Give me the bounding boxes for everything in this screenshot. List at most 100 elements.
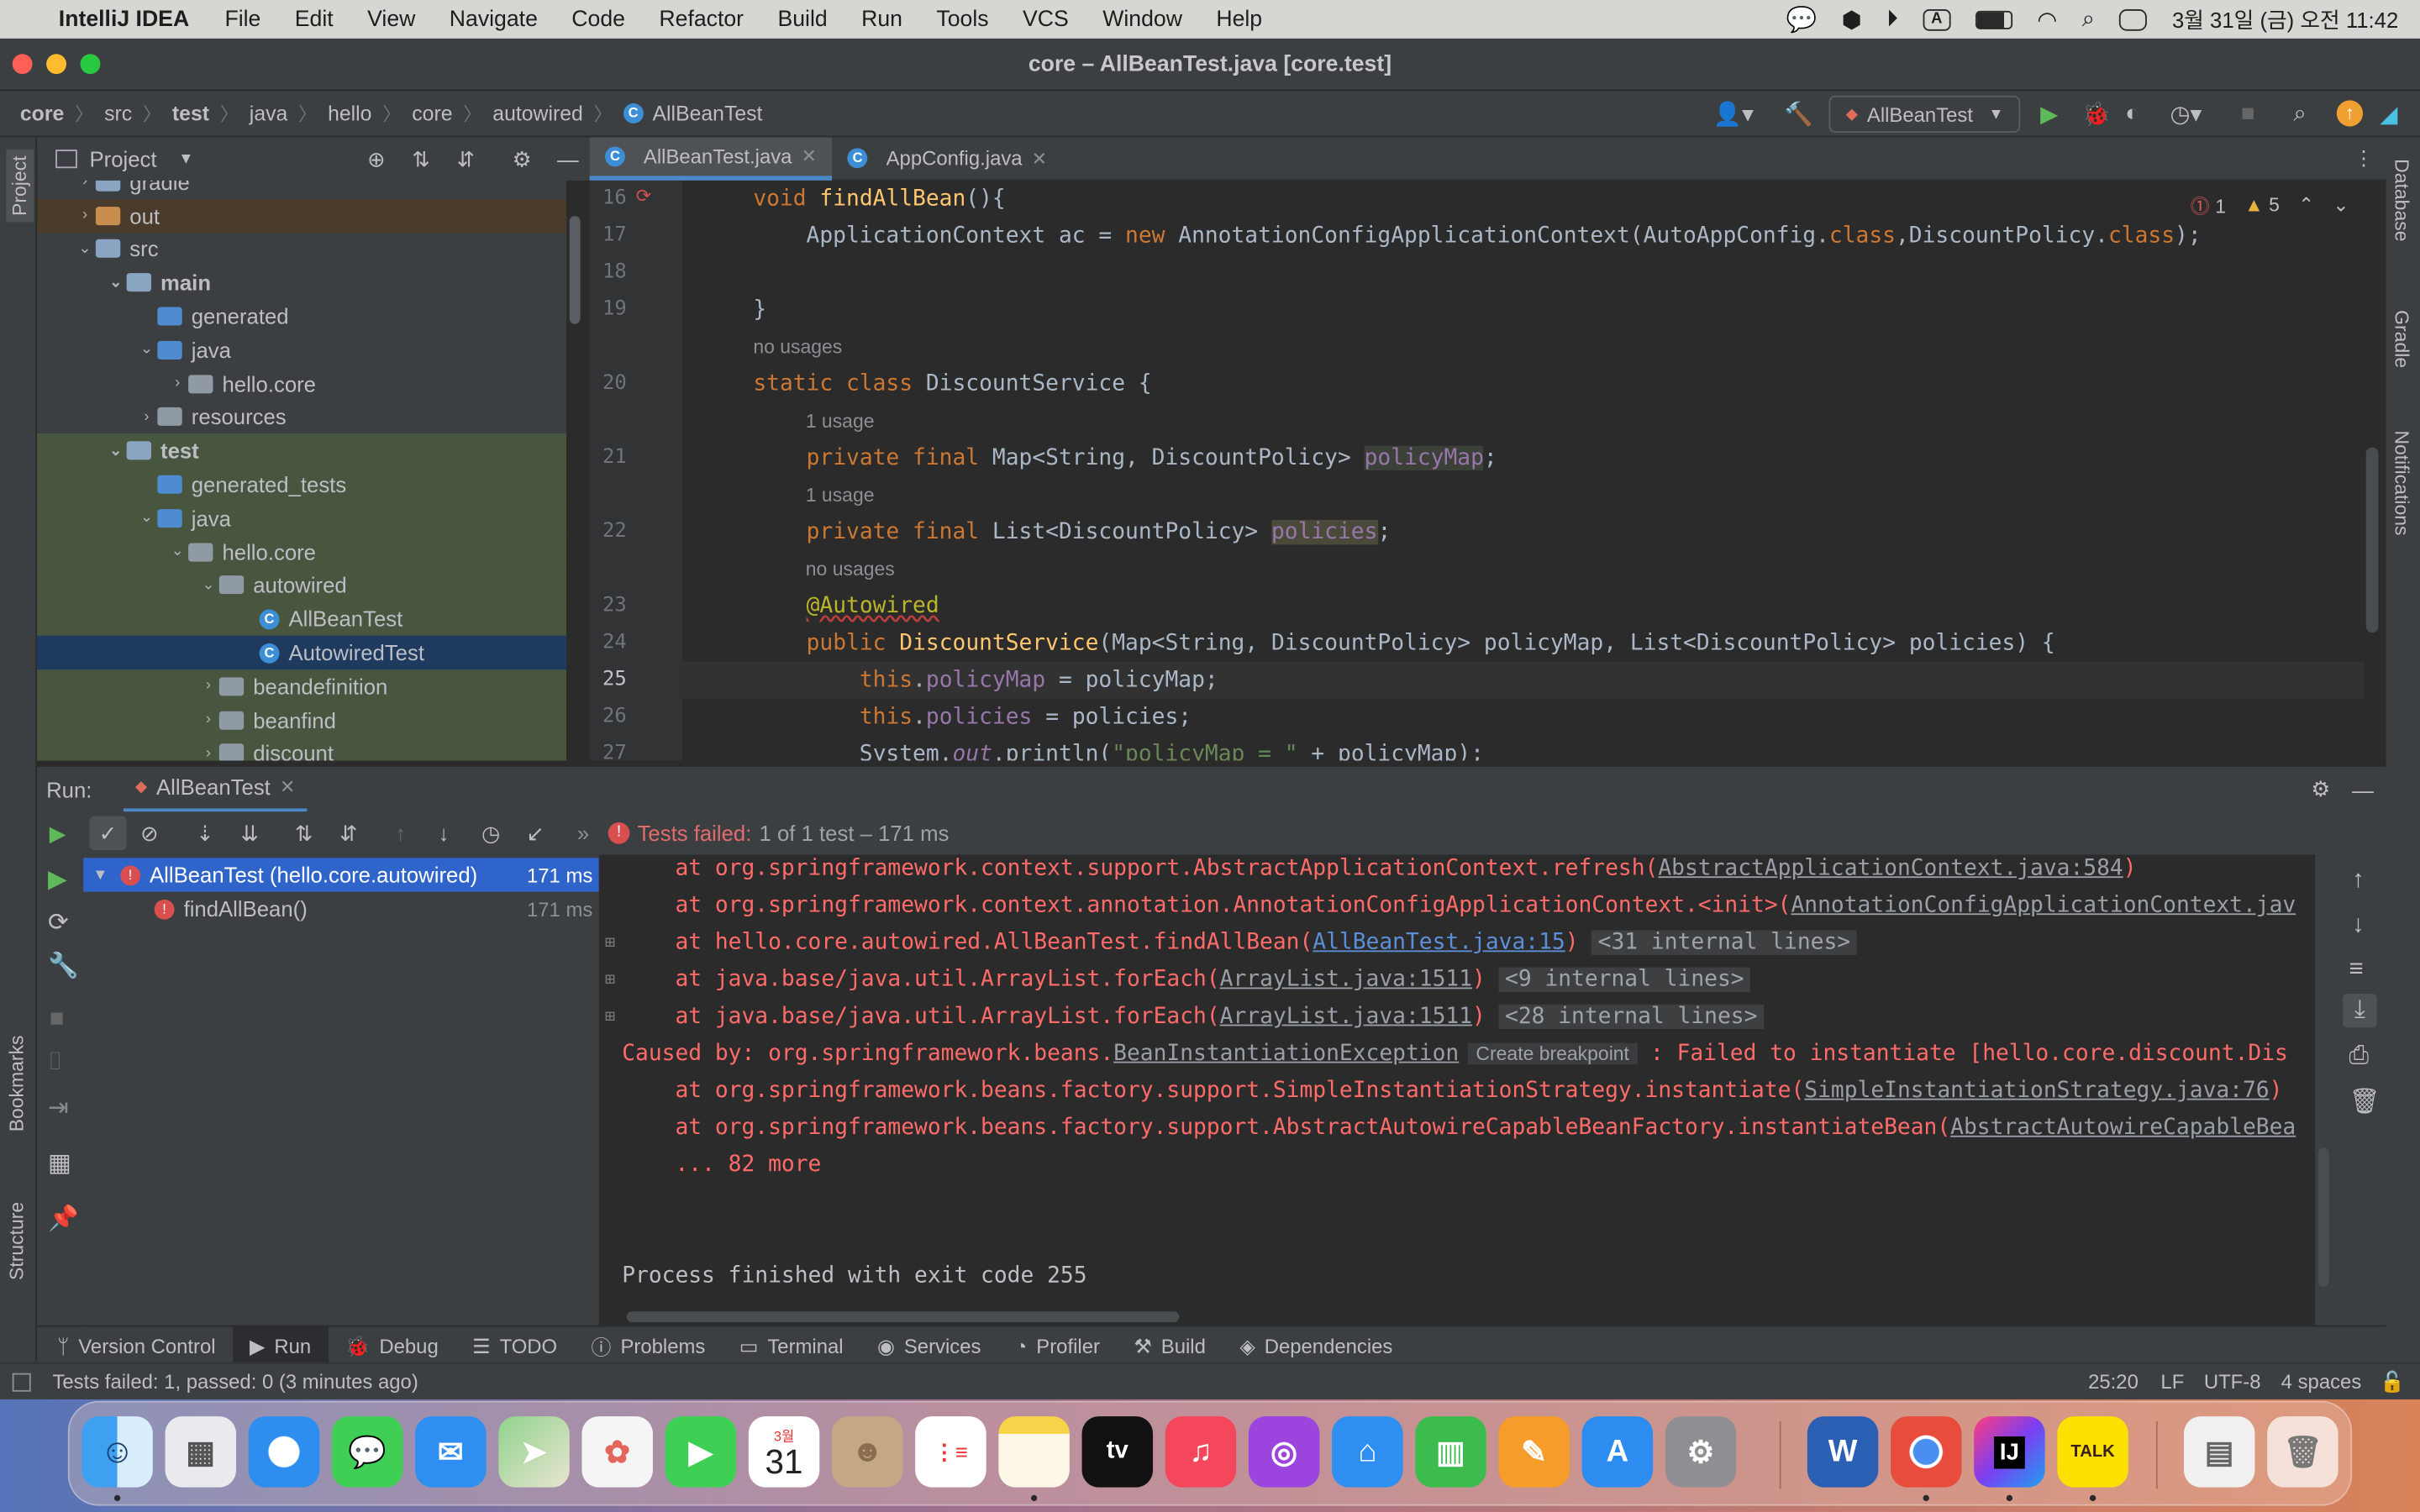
create-breakpoint-link[interactable]: Create breakpoint (1468, 1042, 1638, 1064)
sort-duration-icon[interactable]: ⇊ (241, 820, 260, 846)
kakaotalk-icon[interactable]: TALK (2057, 1416, 2128, 1488)
scroll-up-icon[interactable]: ↑ (2352, 867, 2365, 895)
tool-tab-run[interactable]: ▶ Run (232, 1326, 329, 1367)
profile-icon[interactable]: ◷▾ (2170, 100, 2202, 128)
tree-item-main[interactable]: ⌄ main (37, 266, 566, 300)
toolbox-icon[interactable]: ◢ (2380, 100, 2397, 128)
gradle-side-tab[interactable]: Gradle (2391, 310, 2412, 368)
notifications-side-tab[interactable]: Notifications (2391, 430, 2412, 535)
scroll-to-end-icon[interactable]: ⤓ (2343, 993, 2377, 1028)
hide-panel-icon[interactable]: — (557, 146, 579, 171)
run-configuration-select[interactable]: ◆ AllBeanTest ▼ (1828, 95, 2021, 133)
tree-item-main-java[interactable]: ⌄ java (37, 333, 566, 367)
wrench-icon[interactable]: 🔧 (48, 950, 79, 981)
run-test-icon[interactable]: ⟳ (636, 185, 651, 207)
run-console[interactable]: at org.springframework.context.support.A… (602, 854, 2316, 1326)
file-encoding[interactable]: UTF-8 (2204, 1370, 2261, 1394)
project-panel-title[interactable]: Project (90, 146, 157, 171)
safari-icon[interactable]: ✦ (248, 1416, 320, 1488)
stacktrace-link[interactable]: AnnotationConfigApplicationContext.jav (1791, 893, 2296, 917)
tree-item-gradle[interactable]: › gradle (37, 180, 566, 199)
breadcrumb-hello[interactable]: hello (328, 102, 371, 125)
tool-tab-dependencies[interactable]: ◈ Dependencies (1223, 1326, 1409, 1367)
menu-edit[interactable]: Edit (278, 7, 350, 31)
finder-icon[interactable]: ☺ (82, 1416, 153, 1488)
project-tree-scrollbar[interactable] (569, 216, 581, 324)
internal-lines-fold[interactable]: <9 internal lines> (1498, 967, 1750, 993)
close-tab-icon[interactable]: ✕ (1032, 147, 1047, 169)
tree-item-resources[interactable]: › resources (37, 401, 566, 434)
breadcrumb-core-package[interactable]: core (412, 102, 452, 125)
editor-scrollbar[interactable] (2365, 447, 2379, 633)
menu-tools[interactable]: Tools (919, 7, 1006, 31)
tree-item-autowiredtest[interactable]: C AutowiredTest (37, 636, 567, 670)
notes-icon[interactable] (998, 1416, 1070, 1488)
run-icon[interactable]: ▶ (2040, 100, 2058, 128)
tool-tab-version-control[interactable]: ᛘ Version Control (40, 1326, 233, 1367)
trash-icon[interactable]: 🗑 (2267, 1416, 2338, 1488)
tree-item-test[interactable]: ⌄ test (37, 433, 567, 468)
maps-icon[interactable]: ➤ (498, 1416, 570, 1488)
database-side-tab[interactable]: Database (2391, 159, 2412, 241)
test-case-row[interactable]: ! findAllBean() 171 ms (83, 892, 598, 926)
facetime-icon[interactable]: ▶ (665, 1416, 737, 1488)
wifi-icon[interactable]: ◠ (2037, 5, 2057, 33)
menu-help[interactable]: Help (1199, 7, 1279, 31)
chrome-icon[interactable] (1890, 1416, 1962, 1488)
tree-item-main-hello-core[interactable]: › hello.core (37, 367, 566, 401)
lock-icon[interactable]: 🔓 (2380, 1369, 2405, 1394)
play-circle-icon[interactable]: ⏵ (1886, 6, 1898, 32)
user-icon[interactable]: 👤▾ (1713, 100, 1754, 128)
usage-hint[interactable]: 1 usage (806, 402, 875, 439)
inspection-widget[interactable]: ⓵ 1 ▲ 5 ⌃ ⌄ (2191, 190, 2349, 219)
tree-item-autowired[interactable]: ⌄ autowired (37, 568, 567, 602)
breadcrumb-src[interactable]: src (104, 102, 132, 125)
indent-setting[interactable]: 4 spaces (2281, 1370, 2362, 1394)
history-icon[interactable]: ◷ (481, 820, 500, 846)
run-tab-allbeantest[interactable]: ◆ AllBeanTest ✕ (123, 766, 308, 813)
launchpad-icon[interactable]: ▦ (165, 1416, 237, 1488)
locate-icon[interactable]: ⊕ (367, 146, 386, 172)
close-tab-icon[interactable]: ✕ (801, 145, 816, 167)
box-icon[interactable]: ⬢ (1842, 5, 1862, 33)
show-ignored-icon[interactable]: ⊘ (140, 820, 159, 846)
tool-tab-services[interactable]: ◉ Services (860, 1326, 998, 1367)
previous-failure-icon[interactable]: ↑ (395, 821, 406, 845)
menu-navigate[interactable]: Navigate (433, 7, 555, 31)
menu-code[interactable]: Code (555, 7, 642, 31)
toggle-auto-test-icon[interactable]: ⟳ (48, 907, 69, 938)
downloads-stack-icon[interactable]: ▤ (2183, 1416, 2255, 1488)
menu-app-name[interactable]: IntelliJ IDEA (52, 7, 208, 31)
tool-tab-profiler[interactable]: ◔ Profiler (998, 1326, 1118, 1367)
caret-position[interactable]: 25:20 (2088, 1370, 2139, 1394)
panel-toggle-icon[interactable] (12, 1372, 31, 1391)
close-tab-icon[interactable]: ✕ (280, 776, 295, 798)
word-icon[interactable]: W (1807, 1416, 1879, 1488)
exception-link[interactable]: BeanInstantiationException (1113, 1042, 1459, 1066)
menu-view[interactable]: View (350, 7, 433, 31)
stacktrace-link[interactable]: SimpleInstantiationStrategy.java:76 (1804, 1079, 2269, 1103)
stacktrace-link[interactable]: ArrayList.java:1511 (1220, 968, 1472, 992)
menu-refactor[interactable]: Refactor (642, 7, 760, 31)
next-failure-icon[interactable]: ↓ (439, 821, 450, 845)
hide-panel-icon[interactable]: — (2352, 777, 2374, 801)
trash-icon[interactable]: 🗑 (2349, 1086, 2381, 1117)
tool-tab-todo[interactable]: ☰ TODO (455, 1326, 574, 1367)
collapse-all-icon[interactable]: ⇵ (339, 820, 358, 846)
tree-item-generated[interactable]: generated (37, 300, 566, 333)
apple-tv-icon[interactable]: tv (1081, 1416, 1154, 1488)
rerun-icon[interactable]: ▶ (50, 820, 66, 846)
breadcrumb-allbeantest[interactable]: AllBeanTest (653, 102, 763, 125)
breadcrumb-core[interactable]: core (20, 102, 64, 125)
camera-icon[interactable]: ⌷ (48, 1049, 63, 1077)
menu-vcs[interactable]: VCS (1006, 7, 1086, 31)
intellij-icon[interactable]: IJ (1974, 1416, 2045, 1488)
search-everywhere-icon[interactable]: ⌕ (2293, 100, 2306, 126)
soft-wrap-icon[interactable]: ≡ (2349, 957, 2364, 984)
search-icon[interactable]: ⌕ (2082, 6, 2095, 32)
chat-bubble-icon[interactable]: 💬 (1786, 4, 1818, 35)
gear-icon[interactable]: ⚙ (513, 146, 532, 172)
tree-item-beanfind[interactable]: › beanfind (37, 703, 567, 738)
breadcrumb-java[interactable]: java (250, 102, 287, 125)
menu-run[interactable]: Run (844, 7, 919, 31)
